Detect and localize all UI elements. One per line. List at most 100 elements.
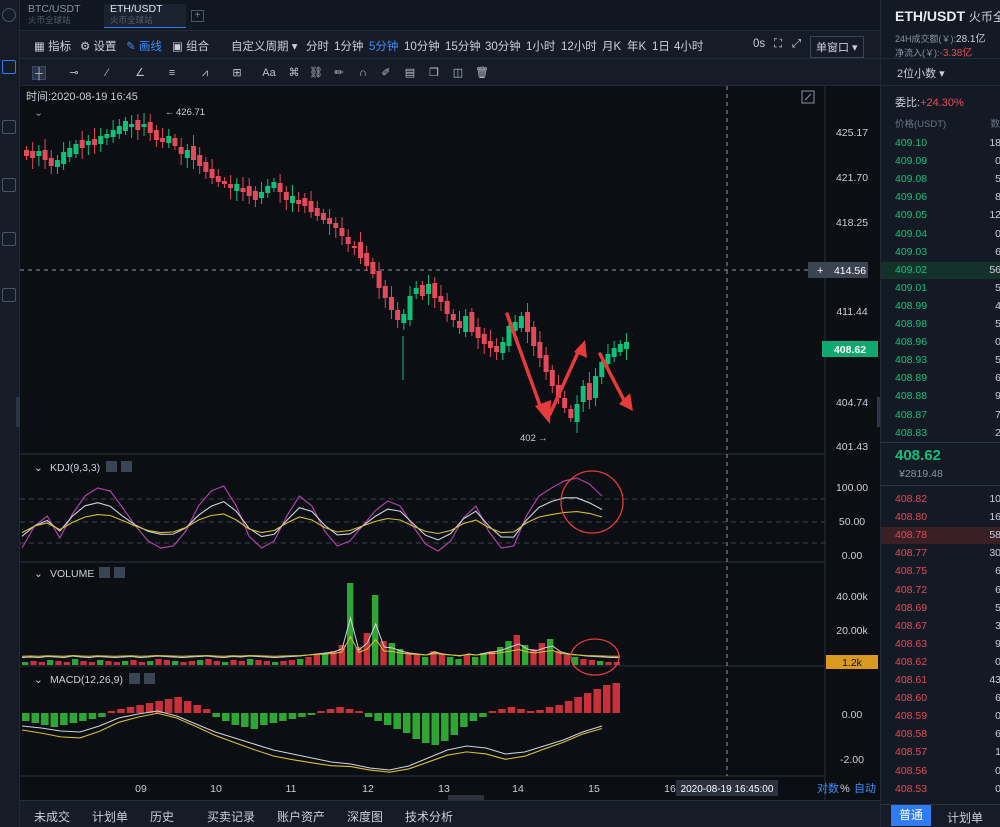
orderbook-row[interactable]: 409.05 12 — [881, 209, 1000, 224]
orderbook-row[interactable]: 408.82 10 — [881, 493, 1000, 508]
custom-period-dropdown[interactable]: 自定义周期 ▾ — [231, 38, 297, 54]
tab-trades[interactable]: 买卖记录 — [207, 808, 255, 825]
angle-icon[interactable]: ∠ — [133, 66, 147, 80]
tab-open-orders[interactable]: 未成交 — [34, 808, 70, 825]
orderbook-row[interactable]: 409.09 0 — [881, 155, 1000, 170]
orderbook-row[interactable]: 408.61 43 — [881, 674, 1000, 689]
orderbook-row[interactable]: 408.59 0 — [881, 710, 1000, 725]
tab-plan-orders[interactable]: 计划单 — [92, 808, 128, 825]
tab-analysis[interactable]: 技术分析 — [405, 808, 453, 825]
period-11[interactable]: 1日 — [652, 38, 670, 54]
add-tab-button[interactable]: + — [191, 10, 204, 22]
horizontal-line-icon[interactable]: ⊸ — [67, 66, 81, 80]
orderbook-row[interactable]: 408.98 5 — [881, 318, 1000, 333]
orderbook-row[interactable]: 408.63 9 — [881, 638, 1000, 653]
tab-normal-order[interactable]: 普通 — [891, 805, 931, 826]
orderbook-row[interactable]: 409.04 0 — [881, 228, 1000, 243]
log-scale-toggle[interactable]: 对数 — [817, 781, 839, 795]
link-icon[interactable]: ⛓ — [309, 66, 323, 80]
orderbook-row[interactable]: 408.78 58 — [881, 529, 1000, 544]
fib-icon[interactable]: ≡ — [165, 66, 179, 80]
orderbook-row[interactable]: 409.08 5 — [881, 173, 1000, 188]
period-6[interactable]: 30分钟 — [485, 38, 521, 54]
fullscreen-icon[interactable]: ⛶ — [774, 38, 782, 51]
orderbook-row[interactable]: 408.53 0 — [881, 783, 1000, 798]
orderbook-row[interactable]: 409.02 56 — [881, 264, 1000, 279]
orderbook-row[interactable]: 408.69 5 — [881, 602, 1000, 617]
brush-icon[interactable]: ✐ — [379, 66, 393, 80]
kdj-close-icon[interactable] — [121, 461, 132, 472]
crosshair-icon[interactable]: ┼ — [32, 66, 46, 80]
macd-settings-icon[interactable] — [129, 673, 140, 684]
orderbook-row[interactable]: 408.72 6 — [881, 584, 1000, 599]
orderbook-row[interactable]: 408.87 7 — [881, 409, 1000, 424]
measure-icon[interactable]: ⊞ — [230, 66, 244, 80]
auto-scale-toggle[interactable]: 自动 — [854, 782, 876, 795]
zero-s-label[interactable]: 0s — [753, 38, 765, 50]
pattern-icon[interactable]: ⌘ — [287, 66, 301, 80]
period-4[interactable]: 10分钟 — [404, 38, 440, 54]
orderbook-row[interactable]: 408.60 6 — [881, 692, 1000, 707]
period-10[interactable]: 年K — [627, 38, 646, 54]
period-8[interactable]: 12小时 — [561, 38, 597, 54]
orderbook-row[interactable]: 409.01 5 — [881, 282, 1000, 297]
macd-close-icon[interactable] — [144, 673, 155, 684]
orderbook-row[interactable]: 408.89 6 — [881, 372, 1000, 387]
period-9[interactable]: 月K — [602, 38, 621, 54]
tab-depth[interactable]: 深度图 — [347, 808, 383, 825]
chart-icon[interactable] — [2, 60, 16, 74]
kdj-settings-icon[interactable] — [106, 461, 117, 472]
magnet-icon[interactable]: ∩ — [356, 66, 370, 80]
chart-area[interactable]: 时间:2020-08-19 16:45 ⌄ 425.17 421.70 418.… — [20, 86, 880, 800]
collapse-chevron-icon[interactable]: ⌄ — [34, 107, 43, 119]
copy-icon[interactable]: ❐ — [427, 66, 441, 80]
expand-icon[interactable]: ⤢ — [792, 38, 801, 51]
indicators-button[interactable]: ▦ 指标 — [34, 38, 71, 54]
plus-icon[interactable]: + — [817, 265, 823, 277]
precision-dropdown[interactable]: 2位小数 ▾ — [897, 65, 945, 81]
news-icon[interactable] — [2, 232, 16, 246]
account-icon[interactable] — [2, 288, 16, 302]
tab-assets[interactable]: 账户资产 — [277, 808, 325, 825]
tab-eth-usdt[interactable]: ETH/USDT 火币全球站 — [104, 4, 186, 28]
orderbook-row[interactable]: 408.77 30 — [881, 547, 1000, 562]
orderbook-row[interactable]: 409.06 8 — [881, 191, 1000, 206]
wave-icon[interactable]: ⩘ — [198, 66, 212, 80]
eye-icon[interactable]: ◫ — [451, 66, 465, 80]
orderbook-row[interactable]: 409.03 6 — [881, 246, 1000, 261]
orderbook-row[interactable]: 408.56 0 — [881, 765, 1000, 780]
orderbook-row[interactable]: 408.96 0 — [881, 336, 1000, 351]
period-12[interactable]: 4小时 — [674, 38, 703, 54]
orderbook-row[interactable]: 408.57 1 — [881, 746, 1000, 761]
volume-chevron-icon[interactable]: ⌄ — [34, 568, 43, 580]
volume-settings-icon[interactable] — [99, 567, 110, 578]
settings-button[interactable]: ⚙ 设置 — [80, 38, 117, 54]
trend-line-icon[interactable]: ⁄ — [100, 66, 114, 80]
orderbook-row[interactable]: 408.62 0 — [881, 656, 1000, 671]
tab-btc-usdt[interactable]: BTC/USDT 火币全球站 — [22, 4, 87, 28]
kline-chart[interactable]: 时间:2020-08-19 16:45 ⌄ 425.17 421.70 418.… — [20, 86, 880, 800]
orderbook-row[interactable]: 408.67 3 — [881, 620, 1000, 635]
period-7[interactable]: 1小时 — [526, 38, 555, 54]
orderbook-row[interactable]: 408.75 6 — [881, 565, 1000, 580]
tab-plan-order[interactable]: 计划单 — [947, 809, 983, 826]
orderbook-row[interactable]: 409.10 18 — [881, 137, 1000, 152]
strategy-icon[interactable] — [2, 120, 16, 134]
trade-icon[interactable] — [2, 178, 16, 192]
drawing-button[interactable]: ✎ 画线 — [126, 38, 162, 54]
ruler-icon[interactable]: ✏ — [332, 66, 346, 80]
period-2[interactable]: 1分钟 — [334, 38, 363, 54]
orderbook-row[interactable]: 408.88 9 — [881, 390, 1000, 405]
period-5[interactable]: 15分钟 — [445, 38, 481, 54]
orderbook-row[interactable]: 408.58 6 — [881, 728, 1000, 743]
trash-icon[interactable]: 🗑 — [475, 66, 489, 80]
period-1[interactable]: 分时 — [306, 38, 329, 54]
kdj-chevron-icon[interactable]: ⌄ — [34, 462, 43, 474]
orderbook-row[interactable]: 408.93 5 — [881, 354, 1000, 369]
window-mode-dropdown[interactable]: 单窗口 ▾ — [810, 36, 864, 58]
percent-toggle[interactable]: % — [840, 783, 850, 795]
period-3[interactable]: 5分钟 — [369, 38, 398, 54]
orderbook-row[interactable]: 408.80 16 — [881, 511, 1000, 526]
orderbook-row[interactable]: 408.83 2 — [881, 427, 1000, 442]
macd-chevron-icon[interactable]: ⌄ — [34, 674, 43, 686]
